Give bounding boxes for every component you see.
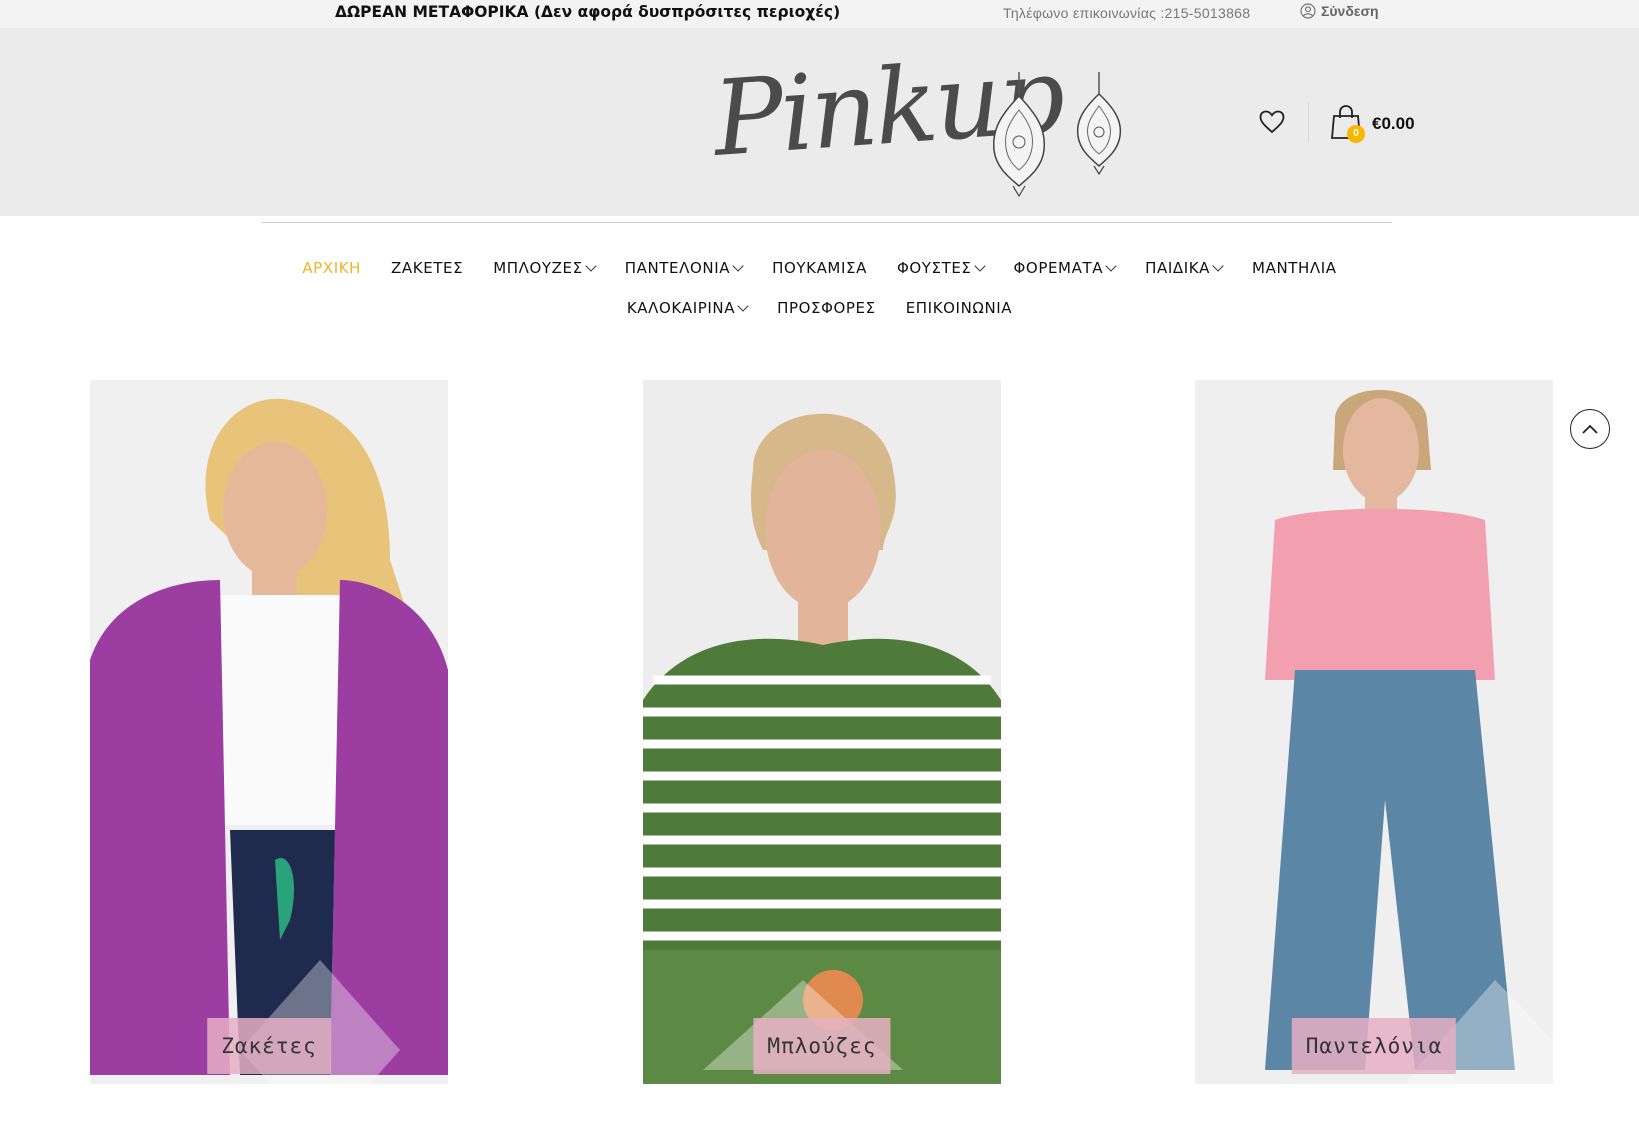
top-bar: ΔΩΡΕΑΝ ΜΕΤΑΦΟΡΙΚΑ (Δεν αφορά δυσπρόσιτες… (0, 0, 1639, 28)
nav-item-kids[interactable]: ΠΑΙΔΙΚΑ (1145, 259, 1224, 277)
chevron-down-icon (585, 259, 597, 272)
category-label: Μπλούζες (753, 1018, 891, 1074)
earring-icon (1076, 72, 1122, 176)
nav-item-blouses[interactable]: ΜΠΛΟΥΖΕΣ (493, 259, 597, 277)
nav-item-skirts[interactable]: ΦΟΥΣΤΕΣ (897, 259, 986, 277)
nav-item-home[interactable]: ΑΡΧΙΚΗ (302, 259, 361, 277)
nav-item-trousers[interactable]: ΠΑΝΤΕΛΟΝΙΑ (625, 259, 744, 277)
nav-item-cardigans[interactable]: ΖΑΚΕΤΕΣ (391, 259, 463, 277)
main-nav-row-2: ΚΑΛΟΚΑΙΡΙΝΑ ΠΡΟΣΦΟΡΕΣ ΕΠΙΚΟΙΝΩΝΙΑ (0, 299, 1639, 317)
nav-item-summer[interactable]: ΚΑΛΟΚΑΙΡΙΝΑ (627, 299, 749, 317)
nav-item-scarves[interactable]: ΜΑΝΤΗΛΙΑ (1252, 259, 1337, 277)
category-image (1195, 380, 1553, 1084)
category-card-cardigans[interactable]: Ζακέτες (90, 380, 448, 1084)
category-label: Παντελόνια (1291, 1018, 1457, 1074)
nav-divider (262, 222, 1392, 223)
chevron-up-icon (1582, 424, 1598, 434)
main-nav: ΑΡΧΙΚΗ ΖΑΚΕΤΕΣ ΜΠΛΟΥΖΕΣ ΠΑΝΤΕΛΟΝΙΑ ΠΟΥΚΑ… (0, 259, 1639, 277)
category-card-trousers[interactable]: Παντελόνια (1195, 380, 1553, 1084)
chevron-down-icon (1212, 259, 1224, 272)
cart-count-badge: 0 (1347, 125, 1365, 143)
login-label: Σύνδεση (1321, 3, 1379, 19)
nav-item-shirts[interactable]: ΠΟΥΚΑΜΙΣΑ (772, 259, 867, 277)
login-link[interactable]: Σύνδεση (1300, 3, 1379, 19)
contact-phone: Τηλέφωνο επικοινωνίας :215-5013868 (1003, 5, 1251, 21)
category-image (90, 380, 448, 1084)
chevron-down-icon (737, 299, 749, 312)
chevron-down-icon (732, 259, 744, 272)
cart-total[interactable]: €0.00 (1372, 114, 1415, 134)
heart-icon[interactable] (1258, 108, 1286, 136)
category-image (643, 380, 1001, 1084)
chevron-down-icon (973, 259, 986, 272)
nav-item-dresses[interactable]: ΦΟΡΕΜΑΤΑ (1014, 259, 1117, 277)
nav-item-contact[interactable]: ΕΠΙΚΟΙΝΩΝΙΑ (906, 299, 1012, 317)
chevron-down-icon (1105, 259, 1117, 272)
category-label: Ζακέτες (207, 1018, 331, 1074)
nav-item-offers[interactable]: ΠΡΟΣΦΟΡΕΣ (777, 299, 876, 317)
scroll-to-top-button[interactable] (1570, 409, 1610, 449)
user-icon (1300, 3, 1316, 19)
site-header: Pinkup 0 €0.00 (0, 28, 1639, 216)
free-shipping-notice: ΔΩΡΕΑΝ ΜΕΤΑΦΟΡΙΚΑ (Δεν αφορά δυσπρόσιτες… (335, 3, 841, 21)
category-card-blouses[interactable]: Μπλούζες (643, 380, 1001, 1084)
header-divider (1308, 102, 1309, 142)
earring-icon (992, 72, 1046, 198)
